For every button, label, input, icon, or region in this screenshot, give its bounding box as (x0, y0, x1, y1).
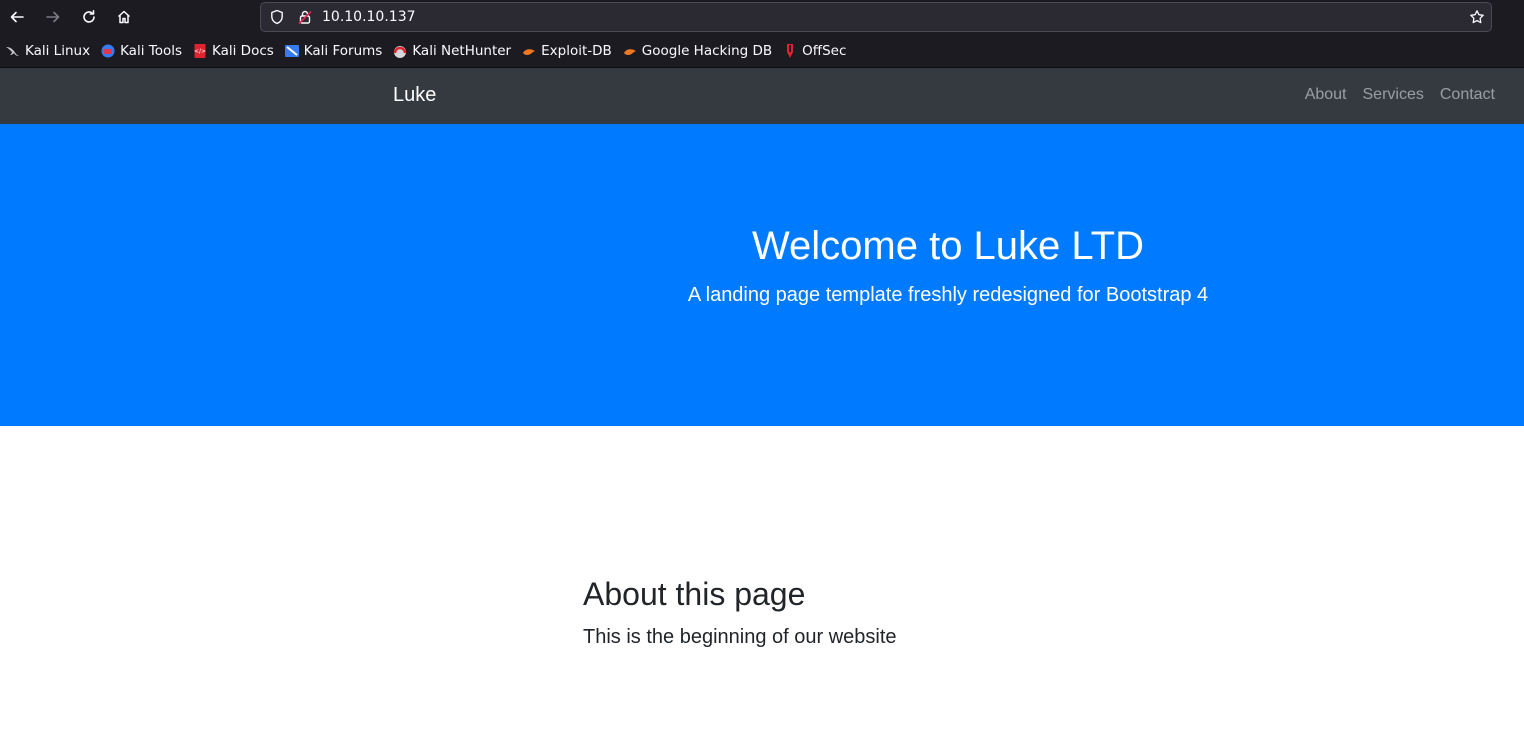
ghdb-icon (623, 48, 636, 55)
bookmark-label: OffSec (802, 42, 847, 59)
kali-dragon-icon (6, 46, 19, 56)
hero-section: Welcome to Luke LTD A landing page templ… (0, 124, 1524, 426)
about-lead: This is the beginning of our website (583, 626, 897, 648)
bookmark-google-hacking-db[interactable]: Google Hacking DB (622, 38, 772, 64)
browser-toolbar: 10.10.10.137 (0, 0, 1524, 34)
bookmark-kali-tools[interactable]: Kali Tools (100, 38, 182, 64)
bookmark-label: Kali Linux (25, 42, 91, 59)
hero-lead: A landing page template freshly redesign… (687, 284, 1209, 306)
nav-link-services[interactable]: Services (1363, 86, 1424, 104)
url-bar[interactable]: 10.10.10.137 (260, 2, 1492, 32)
bookmark-label: Kali Tools (120, 42, 182, 59)
arrow-right-icon (46, 11, 60, 23)
site-navbar: Luke About Services Contact (0, 68, 1524, 124)
bookmark-kali-docs[interactable]: </> Kali Docs (192, 38, 274, 64)
reload-button[interactable] (77, 5, 101, 29)
svg-text:</>: </> (194, 48, 206, 55)
arrow-left-icon (10, 11, 24, 23)
kali-docs-icon: </> (194, 43, 206, 58)
home-icon (117, 10, 131, 24)
bookmarks-bar: Kali Linux Kali Tools </> Kali Docs Kali… (0, 34, 1524, 68)
kali-nethunter-icon (394, 45, 407, 58)
navbar-links: About Services Contact (1289, 86, 1495, 104)
bookmark-star-icon[interactable] (1469, 9, 1485, 25)
exploit-db-icon (523, 48, 536, 55)
reload-icon (83, 10, 95, 23)
url-text[interactable]: 10.10.10.137 (322, 9, 416, 25)
nav-link-about[interactable]: About (1305, 86, 1347, 104)
bookmark-kali-linux[interactable]: Kali Linux (5, 38, 90, 64)
bookmark-label: Kali Docs (212, 42, 274, 59)
kali-forums-icon (284, 44, 299, 57)
offsec-icon (787, 43, 794, 58)
navbar-brand[interactable]: Luke (393, 84, 436, 107)
hero-title: Welcome to Luke LTD (751, 224, 1144, 268)
bookmark-label: Exploit-DB (541, 42, 612, 59)
bookmark-label: Kali Forums (303, 42, 383, 59)
nav-link-contact[interactable]: Contact (1440, 86, 1495, 104)
about-title: About this page (583, 576, 806, 612)
forward-button[interactable] (41, 5, 65, 29)
insecure-lock-icon[interactable] (297, 9, 313, 25)
shield-icon[interactable] (269, 9, 285, 25)
kali-tools-icon (101, 44, 115, 57)
home-button[interactable] (112, 5, 136, 29)
bookmark-exploit-db[interactable]: Exploit-DB (521, 38, 612, 64)
bookmark-offsec[interactable]: OffSec (782, 38, 846, 64)
back-button[interactable] (5, 5, 29, 29)
bookmark-label: Kali NetHunter (412, 42, 512, 59)
bookmark-kali-forums[interactable]: Kali Forums (284, 38, 383, 64)
bookmark-label: Google Hacking DB (641, 42, 773, 59)
bookmark-kali-nethunter[interactable]: Kali NetHunter (392, 38, 511, 64)
